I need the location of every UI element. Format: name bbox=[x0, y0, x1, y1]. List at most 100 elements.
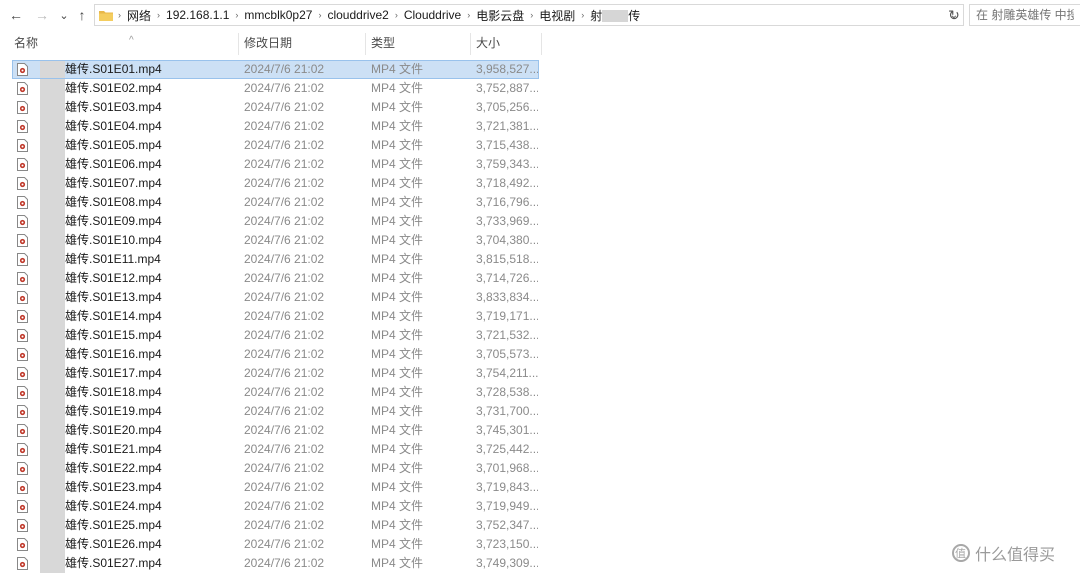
file-row[interactable]: 雄传.S01E12.mp4 2024/7/6 21:02 MP4 文件 3,714,7… bbox=[12, 269, 539, 288]
file-type: MP4 文件 bbox=[371, 366, 424, 380]
breadcrumb-item-current[interactable]: 射传 bbox=[586, 7, 644, 24]
file-date: 2024/7/6 21:02 bbox=[244, 119, 325, 133]
file-date: 2024/7/6 21:02 bbox=[244, 328, 325, 342]
file-row[interactable]: 雄传.S01E02.mp4 2024/7/6 21:02 MP4 文件 3,752,8… bbox=[12, 79, 539, 98]
file-row[interactable]: 雄传.S01E16.mp4 2024/7/6 21:02 MP4 文件 3,705,5… bbox=[12, 345, 539, 364]
file-type: MP4 文件 bbox=[371, 309, 424, 323]
file-size: 3,815,518... bbox=[476, 252, 538, 266]
redacted-text-block bbox=[40, 421, 65, 440]
redacted-text-block bbox=[40, 535, 65, 554]
redacted-text-block bbox=[40, 288, 65, 307]
file-type: MP4 文件 bbox=[371, 347, 424, 361]
file-row[interactable]: 雄传.S01E08.mp4 2024/7/6 21:02 MP4 文件 3,716,7… bbox=[12, 193, 539, 212]
video-file-icon bbox=[17, 177, 28, 190]
column-divider[interactable] bbox=[541, 33, 542, 55]
address-bar[interactable]: › 网络 › 192.168.1.1 › mmcblk0p27 › clouddrive2 ›… bbox=[94, 4, 964, 26]
file-row[interactable]: 雄传.S01E15.mp4 2024/7/6 21:02 MP4 文件 3,721,5… bbox=[12, 326, 539, 345]
video-file-icon bbox=[17, 500, 28, 513]
address-row: ← → ⌄ ↑ › 网络 › 192.168.1.1 › mmcblk0p27 › clou… bbox=[0, 0, 1080, 31]
video-file-icon bbox=[17, 424, 28, 437]
file-row[interactable]: 雄传.S01E11.mp4 2024/7/6 21:02 MP4 文件 3,815,5… bbox=[12, 250, 539, 269]
file-type: MP4 文件 bbox=[371, 290, 424, 304]
breadcrumb-item[interactable]: 电影云盘 bbox=[472, 7, 528, 24]
file-date: 2024/7/6 21:02 bbox=[244, 176, 325, 190]
file-date: 2024/7/6 21:02 bbox=[244, 404, 325, 418]
file-type: MP4 文件 bbox=[371, 537, 424, 551]
file-date: 2024/7/6 21:02 bbox=[244, 347, 325, 361]
file-row[interactable]: 雄传.S01E03.mp4 2024/7/6 21:02 MP4 文件 3,705,2… bbox=[12, 98, 539, 117]
redacted-text-block bbox=[40, 269, 65, 288]
column-header-size[interactable]: 大小 bbox=[471, 31, 541, 57]
file-type: MP4 文件 bbox=[371, 81, 424, 95]
file-date: 2024/7/6 21:02 bbox=[244, 537, 325, 551]
redacted-text-block bbox=[40, 459, 65, 478]
file-row[interactable]: 雄传.S01E07.mp4 2024/7/6 21:02 MP4 文件 3,718,4… bbox=[12, 174, 539, 193]
breadcrumb-separator-icon[interactable]: › bbox=[393, 10, 400, 20]
file-row[interactable]: 雄传.S01E18.mp4 2024/7/6 21:02 MP4 文件 3,728,5… bbox=[12, 383, 539, 402]
file-row[interactable]: 雄传.S01E14.mp4 2024/7/6 21:02 MP4 文件 3,719,1… bbox=[12, 307, 539, 326]
column-header-name[interactable]: 名称 ^ bbox=[9, 31, 237, 57]
breadcrumb-item[interactable]: Clouddrive bbox=[400, 8, 465, 22]
search-box[interactable] bbox=[969, 4, 1080, 26]
file-date: 2024/7/6 21:02 bbox=[244, 499, 325, 513]
file-size: 3,745,301... bbox=[476, 423, 538, 437]
breadcrumb-item[interactable]: clouddrive2 bbox=[323, 8, 392, 22]
file-name: 雄传.S01E02.mp4 bbox=[65, 81, 162, 95]
up-button[interactable]: ↑ bbox=[73, 6, 91, 24]
file-row[interactable]: 雄传.S01E20.mp4 2024/7/6 21:02 MP4 文件 3,745,3… bbox=[12, 421, 539, 440]
up-arrow-icon: ↑ bbox=[78, 7, 86, 23]
file-row[interactable]: 雄传.S01E09.mp4 2024/7/6 21:02 MP4 文件 3,733,9… bbox=[12, 212, 539, 231]
breadcrumb-separator-icon[interactable]: › bbox=[155, 10, 162, 20]
file-row[interactable]: 雄传.S01E21.mp4 2024/7/6 21:02 MP4 文件 3,725,4… bbox=[12, 440, 539, 459]
file-size: 3,716,796... bbox=[476, 195, 538, 209]
forward-button[interactable]: → bbox=[33, 6, 51, 24]
column-header-type[interactable]: 类型 bbox=[366, 31, 470, 57]
file-row[interactable]: 雄传.S01E22.mp4 2024/7/6 21:02 MP4 文件 3,701,9… bbox=[12, 459, 539, 478]
column-header-date[interactable]: 修改日期 bbox=[239, 31, 365, 57]
file-type: MP4 文件 bbox=[371, 195, 424, 209]
breadcrumb-item[interactable]: mmcblk0p27 bbox=[240, 8, 316, 22]
recent-locations-button[interactable]: ⌄ bbox=[55, 6, 73, 24]
file-row[interactable]: 雄传.S01E10.mp4 2024/7/6 21:02 MP4 文件 3,704,3… bbox=[12, 231, 539, 250]
file-row[interactable]: 雄传.S01E13.mp4 2024/7/6 21:02 MP4 文件 3,833,8… bbox=[12, 288, 539, 307]
breadcrumb-separator-icon[interactable]: › bbox=[579, 10, 586, 20]
breadcrumb-item[interactable]: 电视剧 bbox=[535, 7, 579, 24]
file-date: 2024/7/6 21:02 bbox=[244, 366, 325, 380]
video-file-icon bbox=[17, 348, 28, 361]
breadcrumb-separator-icon[interactable]: › bbox=[465, 10, 472, 20]
breadcrumb-separator-icon[interactable]: › bbox=[316, 10, 323, 20]
file-row[interactable]: 雄传.S01E05.mp4 2024/7/6 21:02 MP4 文件 3,715,4… bbox=[12, 136, 539, 155]
file-row[interactable]: 雄传.S01E17.mp4 2024/7/6 21:02 MP4 文件 3,754,2… bbox=[12, 364, 539, 383]
file-row[interactable]: 雄传.S01E06.mp4 2024/7/6 21:02 MP4 文件 3,759,3… bbox=[12, 155, 539, 174]
video-file-icon bbox=[17, 481, 28, 494]
file-row[interactable]: 雄传.S01E23.mp4 2024/7/6 21:02 MP4 文件 3,719,8… bbox=[12, 478, 539, 497]
breadcrumb-separator-icon[interactable]: › bbox=[233, 10, 240, 20]
breadcrumb-separator-icon[interactable]: › bbox=[528, 10, 535, 20]
file-type: MP4 文件 bbox=[371, 176, 424, 190]
file-date: 2024/7/6 21:02 bbox=[244, 195, 325, 209]
redacted-text-block bbox=[40, 364, 65, 383]
file-date: 2024/7/6 21:02 bbox=[244, 62, 325, 76]
back-button[interactable]: ← bbox=[7, 6, 25, 24]
file-size: 3,749,309... bbox=[476, 556, 538, 570]
file-row[interactable]: 雄传.S01E01.mp4 2024/7/6 21:02 MP4 文件 3,958,5… bbox=[12, 60, 539, 79]
breadcrumb-current-suffix: 传 bbox=[628, 8, 641, 23]
file-type: MP4 文件 bbox=[371, 404, 424, 418]
breadcrumb-item[interactable]: 192.168.1.1 bbox=[162, 8, 233, 22]
redacted-text-block bbox=[40, 383, 65, 402]
file-row[interactable]: 雄传.S01E24.mp4 2024/7/6 21:02 MP4 文件 3,719,9… bbox=[12, 497, 539, 516]
file-name: 雄传.S01E17.mp4 bbox=[65, 366, 162, 380]
refresh-button[interactable]: ↻ bbox=[946, 7, 962, 23]
breadcrumb-item[interactable]: 网络 bbox=[123, 7, 155, 24]
file-row[interactable]: 雄传.S01E25.mp4 2024/7/6 21:02 MP4 文件 3,752,3… bbox=[12, 516, 539, 535]
file-row[interactable]: 雄传.S01E27.mp4 2024/7/6 21:02 MP4 文件 3,749,3… bbox=[12, 554, 539, 573]
file-date: 2024/7/6 21:02 bbox=[244, 556, 325, 570]
file-row[interactable]: 雄传.S01E26.mp4 2024/7/6 21:02 MP4 文件 3,723,1… bbox=[12, 535, 539, 554]
file-date: 2024/7/6 21:02 bbox=[244, 480, 325, 494]
file-row[interactable]: 雄传.S01E04.mp4 2024/7/6 21:02 MP4 文件 3,721,3… bbox=[12, 117, 539, 136]
breadcrumb: 网络 › 192.168.1.1 › mmcblk0p27 › clouddrive2 › Cl… bbox=[123, 5, 644, 25]
file-size: 3,731,700... bbox=[476, 404, 538, 418]
file-row[interactable]: 雄传.S01E19.mp4 2024/7/6 21:02 MP4 文件 3,731,7… bbox=[12, 402, 539, 421]
video-file-icon bbox=[17, 329, 28, 342]
search-input[interactable] bbox=[970, 8, 1080, 22]
